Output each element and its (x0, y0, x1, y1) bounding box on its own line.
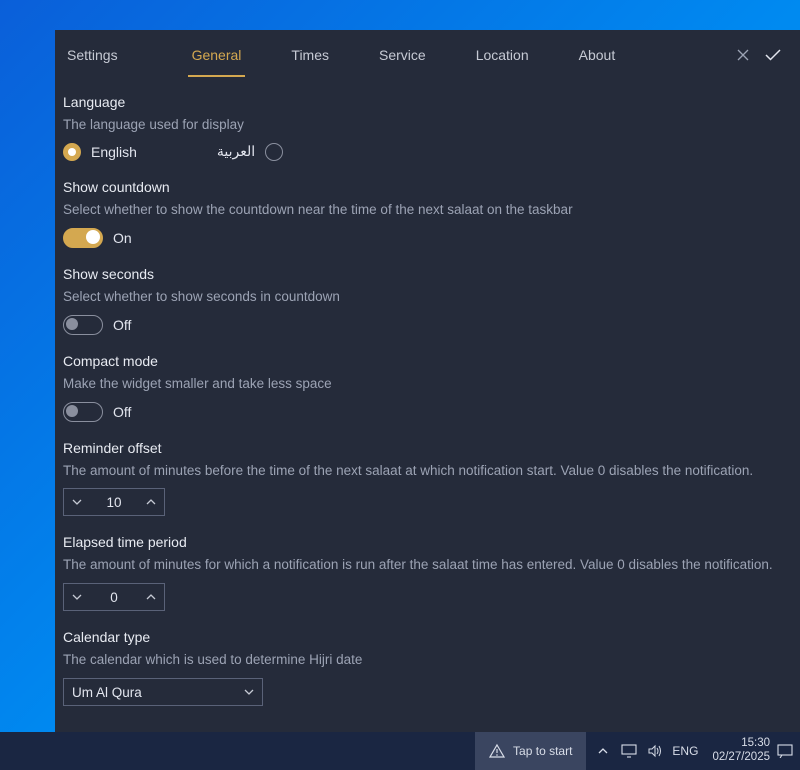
chevron-up-icon (146, 594, 156, 600)
chevron-up-icon (598, 748, 608, 754)
section-desc: Select whether to show seconds in countd… (63, 288, 792, 307)
toggle-compact[interactable] (63, 402, 103, 422)
section-desc: The amount of minutes before the time of… (63, 462, 792, 481)
volume-icon[interactable] (646, 744, 664, 758)
tap-label: Tap to start (513, 744, 572, 758)
toggle-seconds[interactable] (63, 315, 103, 335)
chevron-down-icon (72, 499, 82, 505)
spinner-value[interactable]: 10 (90, 489, 138, 515)
section-title: Reminder offset (63, 440, 792, 456)
chevron-down-icon (244, 686, 254, 698)
taskbar-tap-to-start[interactable]: Tap to start (475, 732, 586, 770)
tabs: General Times Service Location About (188, 33, 620, 77)
tab-general[interactable]: General (188, 33, 246, 77)
radio-english[interactable] (63, 143, 81, 161)
spinner-value[interactable]: 0 (90, 584, 138, 610)
language-indicator[interactable]: ENG (672, 744, 698, 758)
section-seconds: Show seconds Select whether to show seco… (63, 266, 792, 335)
tray-overflow-button[interactable] (594, 748, 612, 754)
tab-location[interactable]: Location (472, 33, 533, 77)
radio-english-label: English (91, 144, 137, 160)
close-icon (737, 49, 749, 61)
toggle-countdown[interactable] (63, 228, 103, 248)
section-title: Calendar type (63, 629, 792, 645)
close-button[interactable] (728, 30, 758, 80)
spinner-decrement[interactable] (64, 489, 90, 515)
tab-about[interactable]: About (575, 33, 620, 77)
section-compact: Compact mode Make the widget smaller and… (63, 353, 792, 422)
section-title: Language (63, 94, 792, 110)
section-title: Elapsed time period (63, 534, 792, 550)
select-value: Um Al Qura (72, 685, 142, 700)
section-desc: The amount of minutes for which a notifi… (63, 556, 792, 575)
section-desc: The calendar which is used to determine … (63, 651, 792, 670)
elapsed-spinner: 0 (63, 583, 165, 611)
window-title: Settings (67, 47, 118, 63)
settings-content[interactable]: Language The language used for display E… (55, 80, 800, 732)
section-desc: The language used for display (63, 116, 792, 135)
network-icon[interactable] (620, 744, 638, 758)
section-calendar-type: Calendar type The calendar which is used… (63, 629, 792, 706)
taskbar: Tap to start ENG 15:30 02/27/2025 (0, 732, 800, 770)
section-desc: Select whether to show the countdown nea… (63, 201, 792, 220)
toggle-state-label: Off (113, 404, 131, 420)
toggle-state-label: On (113, 230, 132, 246)
chevron-up-icon (146, 499, 156, 505)
section-desc: Make the widget smaller and take less sp… (63, 375, 792, 394)
calendar-select[interactable]: Um Al Qura (63, 678, 263, 706)
clock-time: 15:30 (712, 737, 770, 751)
reminder-spinner: 10 (63, 488, 165, 516)
tab-times[interactable]: Times (287, 33, 333, 77)
radio-arabic[interactable] (265, 143, 283, 161)
clock-date: 02/27/2025 (712, 751, 770, 765)
section-title: Show seconds (63, 266, 792, 282)
system-tray: ENG (586, 744, 706, 758)
chevron-down-icon (72, 594, 82, 600)
settings-window: Settings General Times Service Location … (55, 30, 800, 732)
section-title: Show countdown (63, 179, 792, 195)
section-elapsed-period: Elapsed time period The amount of minute… (63, 534, 792, 611)
section-countdown: Show countdown Select whether to show th… (63, 179, 792, 248)
notification-icon (777, 744, 793, 758)
speaker-icon (647, 744, 663, 758)
taskbar-clock[interactable]: 15:30 02/27/2025 (706, 737, 776, 765)
checkmark-icon (765, 49, 781, 61)
warning-icon (489, 743, 505, 759)
tab-service[interactable]: Service (375, 33, 430, 77)
spinner-decrement[interactable] (64, 584, 90, 610)
section-language: Language The language used for display E… (63, 94, 792, 161)
confirm-button[interactable] (758, 30, 788, 80)
spinner-increment[interactable] (138, 584, 164, 610)
spinner-increment[interactable] (138, 489, 164, 515)
section-reminder-offset: Reminder offset The amount of minutes be… (63, 440, 792, 517)
monitor-icon (621, 744, 637, 758)
radio-arabic-label: العربية (217, 143, 255, 160)
toggle-state-label: Off (113, 317, 131, 333)
section-title: Compact mode (63, 353, 792, 369)
action-center-button[interactable] (776, 744, 800, 758)
titlebar: Settings General Times Service Location … (55, 30, 800, 80)
